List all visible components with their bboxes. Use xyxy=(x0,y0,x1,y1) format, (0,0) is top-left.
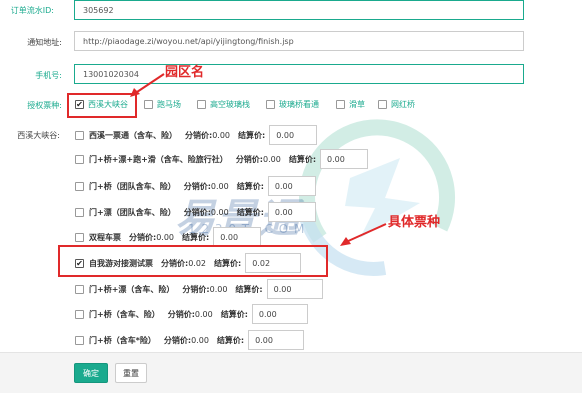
dist-price-label: 分销价: xyxy=(235,154,264,164)
dist-price-value: 0.00 xyxy=(191,335,209,345)
ticket-name: 门+桥（含车*险） xyxy=(89,335,156,345)
venue-label: 高空玻璃栈 xyxy=(210,100,250,109)
settle-price-label: 结算价: xyxy=(288,154,317,164)
park-name-highlight xyxy=(67,93,137,118)
venue-checkbox[interactable] xyxy=(266,100,275,109)
ticket-row: 门+桥+漂（含车、险） 分销价: 0.00 结算价: 0.00 xyxy=(75,279,323,299)
venue-glass-bridge[interactable]: 玻璃桥看通 xyxy=(266,99,319,110)
ticket-row: 门+桥（含车、险） 分销价: 0.00 结算价: 0.00 xyxy=(75,304,308,324)
venue-checkbox[interactable] xyxy=(197,100,206,109)
dist-price-value: 0.00 xyxy=(210,181,229,191)
settle-price-input[interactable]: 0.00 xyxy=(269,125,318,145)
venue-grass-slide[interactable]: 滑草 xyxy=(336,99,365,110)
order-id-input[interactable]: 305692 xyxy=(74,0,524,20)
ticket-row: 门+漂（团队含车、险） 分销价: 0.00 结算价: 0.00 xyxy=(75,202,316,222)
ticket-checkbox[interactable] xyxy=(75,335,84,345)
settle-price-label: 结算价: xyxy=(182,232,210,242)
settle-price-input[interactable]: 0.00 xyxy=(251,304,308,324)
ticket-row: 门+桥（含车*险） 分销价: 0.00 结算价: 0.00 xyxy=(75,330,305,350)
ticket-checkbox[interactable] xyxy=(75,207,84,217)
ticket-name: 门+桥（团队含车、险） xyxy=(89,181,176,191)
settle-price-label: 结算价: xyxy=(236,207,264,217)
ticket-checkbox[interactable] xyxy=(75,154,84,164)
venue-label: 跑马场 xyxy=(157,100,181,109)
settle-price-input[interactable]: 0.00 xyxy=(267,176,316,196)
ticket-checkbox[interactable] xyxy=(75,232,84,242)
settle-price-label: 结算价: xyxy=(216,335,245,345)
dist-price-value: 0.00 xyxy=(209,284,228,294)
arrow-icon xyxy=(340,223,387,246)
settle-price-label: 结算价: xyxy=(236,181,264,191)
order-id-label: 订单流水ID: xyxy=(10,6,54,15)
dist-price-value: 0.00 xyxy=(194,309,213,319)
ticket-row: 西溪一票通（含车、险） 分销价: 0.00 结算价: 0.00 xyxy=(75,125,318,145)
ticket-name: 西溪一票通（含车、险） xyxy=(89,130,177,140)
park-label: 西溪大峡谷: xyxy=(17,131,60,140)
settle-price-input[interactable]: 0.00 xyxy=(320,149,369,169)
venue-checkbox[interactable] xyxy=(336,100,345,109)
notify-url-input[interactable]: http://piaodage.zi/woyou.net/api/yijingt… xyxy=(74,31,524,51)
ticket-name: 双程车票 xyxy=(89,232,121,242)
reset-button[interactable]: 重置 xyxy=(115,363,147,383)
dist-price-label: 分销价: xyxy=(183,181,211,191)
ticket-row: 门+桥+漂+跑+滑（含车、险旅行社） 分销价: 0.00 结算价: 0.00 xyxy=(75,149,369,169)
venue-glass-walk[interactable]: 高空玻璃栈 xyxy=(197,99,250,110)
ticket-name: 门+桥+漂+跑+滑（含车、险旅行社） xyxy=(89,154,228,164)
ticket-checkbox[interactable] xyxy=(75,130,84,140)
ticket-type-annotation: 具体票种 xyxy=(388,215,441,230)
dist-price-value: 0.00 xyxy=(263,154,281,164)
ticket-type-highlight xyxy=(58,245,328,277)
arrow-icon xyxy=(130,73,165,97)
dist-price-label: 分销价: xyxy=(167,309,195,319)
ticket-row: 双程车票 分销价: 0.00 结算价: 0.00 xyxy=(75,227,262,247)
ticket-checkbox[interactable] xyxy=(75,284,84,294)
park-name-annotation: 园区名 xyxy=(165,65,205,80)
notify-url-label: 通知地址: xyxy=(27,38,62,47)
dist-price-label: 分销价: xyxy=(182,284,210,294)
settle-price-input[interactable]: 0.00 xyxy=(266,279,323,299)
ticket-checkbox[interactable] xyxy=(75,309,84,319)
ticket-checkbox[interactable] xyxy=(75,181,84,191)
dist-price-value: 0.00 xyxy=(156,232,175,242)
ticket-name: 门+桥（含车、险） xyxy=(89,309,160,319)
dist-price-label: 分销价: xyxy=(183,207,211,217)
dist-price-value: 0.00 xyxy=(212,130,231,140)
dist-price-label: 分销价: xyxy=(185,130,213,140)
auth-ticket-label: 授权票种: xyxy=(27,101,62,110)
venue-label: 滑草 xyxy=(349,100,365,109)
settle-price-label: 结算价: xyxy=(220,309,248,319)
venue-horse[interactable]: 跑马场 xyxy=(144,99,181,110)
venue-checkbox[interactable] xyxy=(378,100,387,109)
venue-label: 玻璃桥看通 xyxy=(279,100,319,109)
settle-price-label: 结算价: xyxy=(238,130,266,140)
settle-price-input[interactable]: 0.00 xyxy=(213,227,262,247)
confirm-button[interactable]: 确定 xyxy=(74,363,108,383)
form-footer: 确定 重置 xyxy=(0,352,582,393)
venue-label: 网红桥 xyxy=(391,100,415,109)
settle-price-input[interactable]: 0.00 xyxy=(267,202,316,222)
settle-price-label: 结算价: xyxy=(235,284,263,294)
dist-price-label: 分销价: xyxy=(129,232,157,242)
venue-checkbox[interactable] xyxy=(144,100,153,109)
dist-price-label: 分销价: xyxy=(163,335,192,345)
phone-label: 手机号: xyxy=(35,71,62,80)
ticket-name: 门+桥+漂（含车、险） xyxy=(89,284,175,294)
dist-price-value: 0.00 xyxy=(210,207,229,217)
settle-price-input[interactable]: 0.00 xyxy=(248,330,305,350)
ticket-name: 门+漂（团队含车、险） xyxy=(89,207,176,217)
ticket-row: 门+桥（团队含车、险） 分销价: 0.00 结算价: 0.00 xyxy=(75,176,316,196)
venue-net-bridge[interactable]: 网红桥 xyxy=(378,99,415,110)
